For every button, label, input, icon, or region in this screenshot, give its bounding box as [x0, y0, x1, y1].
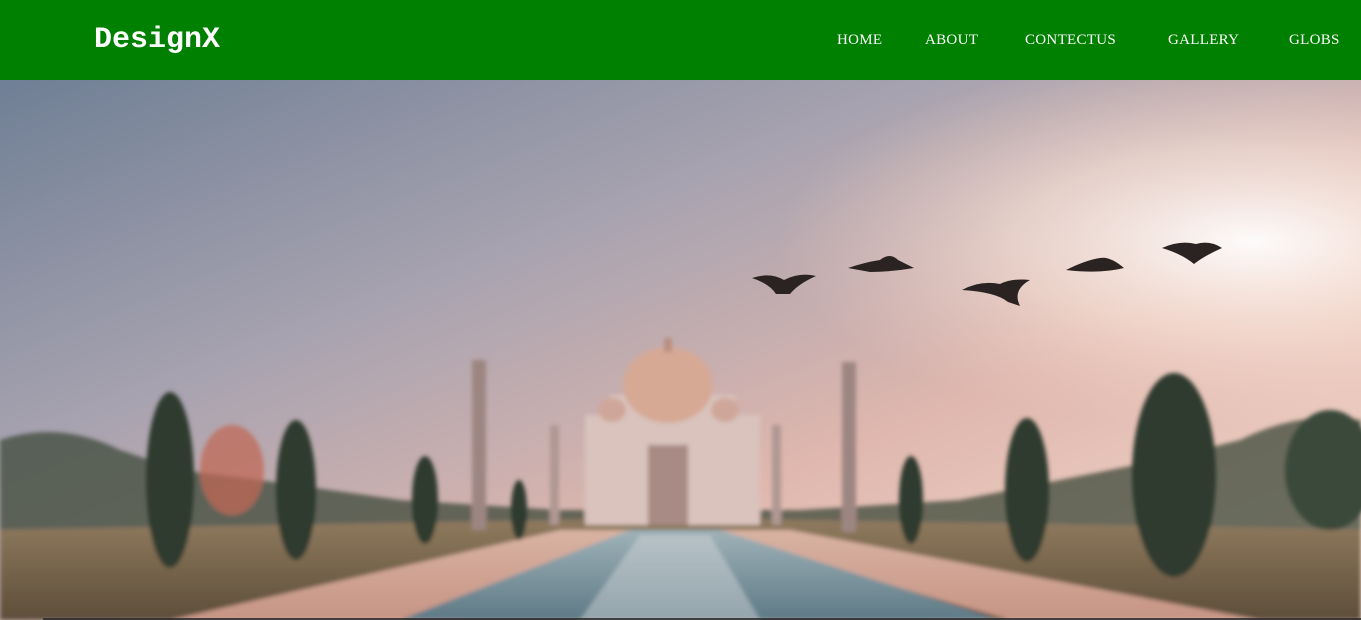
taj-mahal-illustration	[0, 80, 1361, 620]
nav-link-about[interactable]: ABOUT	[925, 29, 978, 51]
hero-banner-image	[0, 80, 1361, 620]
nav-link-contectus[interactable]: CONTECTUS	[1025, 29, 1116, 51]
nav-link-globs[interactable]: GLOBS	[1289, 29, 1340, 51]
nav-menu: HOME ABOUT CONTECTUS GALLERY GLOBS	[0, 29, 1361, 51]
navbar: DesignX HOME ABOUT CONTECTUS GALLERY GLO…	[0, 0, 1361, 80]
nav-link-home[interactable]: HOME	[837, 29, 882, 51]
nav-link-gallery[interactable]: GALLERY	[1168, 29, 1239, 51]
